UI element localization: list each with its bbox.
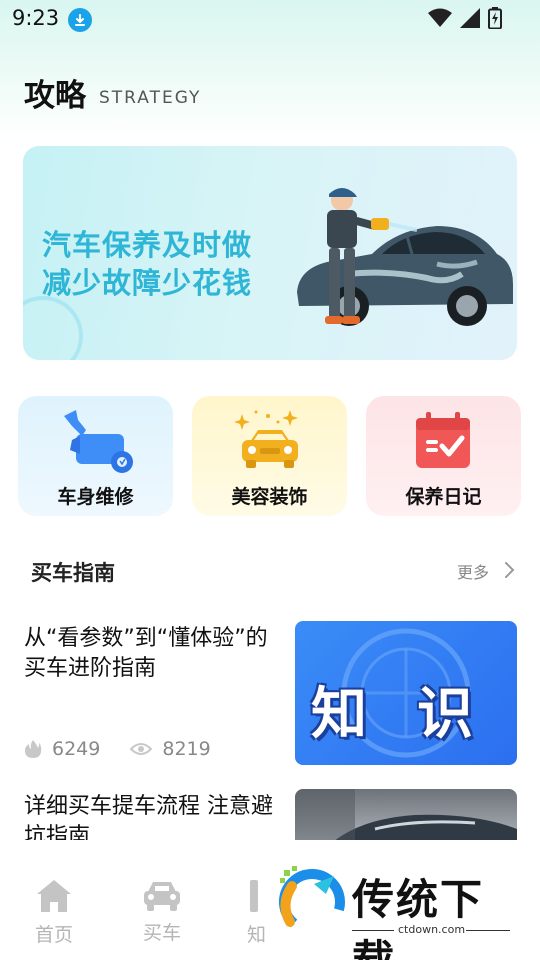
knowledge-icon [250, 880, 258, 912]
watermark-name: 传统下载 [352, 875, 485, 960]
view-stat: 8219 [130, 738, 211, 760]
category-maintenance-diary[interactable]: 保养日记 [366, 396, 521, 516]
status-time: 9:23 [12, 6, 60, 30]
category-label: 美容装饰 [231, 486, 308, 508]
car-icon [144, 882, 180, 911]
flame-icon [24, 740, 42, 758]
nav-label: 知 [247, 924, 267, 946]
calendar-check-icon [415, 412, 470, 468]
category-label: 保养日记 [405, 486, 482, 508]
banner-headline-2: 减少故障少花钱 [42, 266, 253, 300]
watermark-url: ctdown.com [398, 923, 466, 936]
page-subtitle: STRATEGY [99, 88, 202, 108]
nav-home[interactable]: 首页 [24, 878, 84, 947]
banner-decoration [23, 296, 83, 360]
signal-icon [460, 8, 480, 28]
watermark-divider [466, 930, 510, 931]
sparkle-car-icon [233, 410, 298, 468]
nav-knowledge[interactable]: 知 [240, 878, 270, 947]
category-beauty-decor[interactable]: 美容装饰 [192, 396, 347, 516]
nav-label: 买车 [142, 922, 181, 944]
page-title: 攻略 [24, 78, 86, 114]
category-body-repair[interactable]: 车身维修 [18, 396, 173, 516]
section-title: 买车指南 [31, 561, 115, 585]
site-watermark: 传统下载 ctdown.com [270, 862, 520, 960]
car-wash-illustration [297, 188, 513, 326]
category-label: 车身维修 [57, 486, 134, 508]
download-icon [68, 8, 92, 32]
status-icons [428, 7, 502, 29]
nav-buy-car[interactable]: 买车 [132, 878, 192, 945]
thumbnail-text: 识 [417, 682, 481, 747]
hot-count: 6249 [52, 738, 101, 760]
more-link[interactable]: 更多 [457, 559, 489, 583]
home-icon [37, 880, 71, 912]
article-thumbnail[interactable]: 知 识 [295, 621, 517, 765]
eye-icon [130, 743, 153, 755]
thumbnail-text: 知 [311, 682, 375, 747]
wrench-car-icon [63, 410, 133, 473]
promo-banner[interactable]: 汽车保养及时做 减少故障少花钱 [23, 146, 517, 360]
watermark-logo-icon [279, 866, 345, 935]
nav-label: 首页 [34, 924, 73, 946]
hot-stat: 6249 [24, 738, 100, 760]
banner-headline-1: 汽车保养及时做 [42, 228, 253, 262]
view-count: 8219 [162, 738, 211, 760]
article-title[interactable]: 从“看参数”到“懂体验”的买车进阶指南 [24, 624, 274, 684]
article-stats: 6249 8219 [24, 738, 211, 760]
status-bar: 9:23 [0, 0, 540, 38]
wifi-icon [428, 8, 452, 27]
chevron-right-icon[interactable] [503, 561, 515, 579]
watermark-divider [352, 930, 394, 931]
battery-icon [488, 7, 502, 29]
